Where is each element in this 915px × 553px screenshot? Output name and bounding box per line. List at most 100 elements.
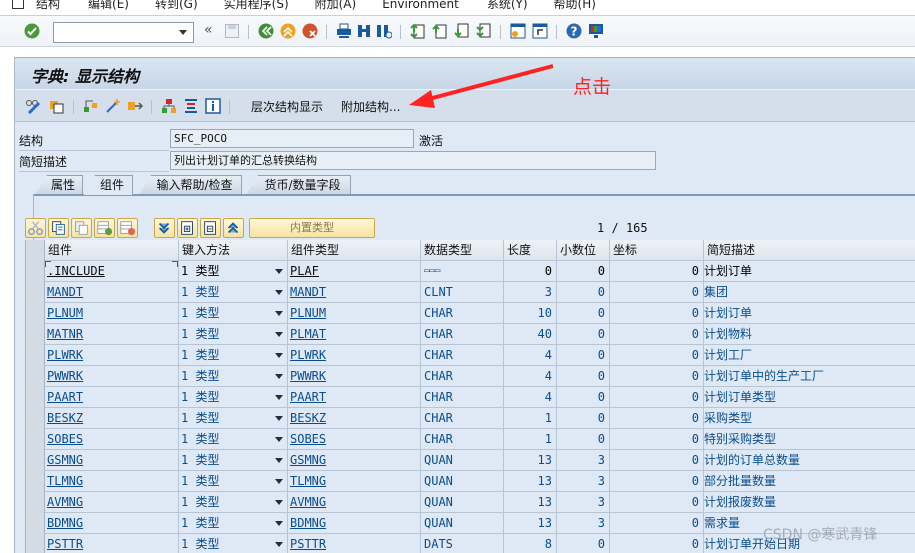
row-selector[interactable] [25, 471, 45, 492]
short-desc-cell[interactable]: 特别采购类型 [704, 429, 915, 450]
length-cell[interactable]: 40 [504, 324, 557, 345]
length-cell[interactable]: 10 [504, 303, 557, 324]
component-name-cell[interactable]: SOBES [45, 429, 179, 450]
component-link[interactable]: PAART [47, 390, 83, 404]
component-type-link[interactable]: TLMNG [290, 474, 326, 488]
print-icon[interactable] [336, 23, 352, 39]
typing-method-dropdown[interactable]: 1 类型 [179, 513, 288, 534]
component-type-link[interactable]: MANDT [290, 285, 326, 299]
menu-environment[interactable]: Environment [382, 0, 459, 11]
component-type-link[interactable]: PLMAT [290, 327, 326, 341]
component-name-cell[interactable]: BESKZ [45, 408, 179, 429]
short-desc-cell[interactable]: 计划订单中的生产工厂 [704, 366, 915, 387]
component-type-cell[interactable]: TLMNG [288, 471, 421, 492]
coord-cell[interactable]: 0 [610, 282, 704, 303]
decimals-cell[interactable]: 0 [557, 429, 610, 450]
other-object-icon[interactable] [49, 98, 65, 114]
row-selector[interactable] [25, 345, 45, 366]
component-name-cell[interactable]: TLMNG [45, 471, 179, 492]
decimals-cell[interactable]: 3 [557, 492, 610, 513]
typing-method-dropdown[interactable]: 1 类型 [179, 387, 288, 408]
col-header-component-type[interactable]: 组件类型 [288, 240, 421, 261]
row-selector[interactable] [25, 366, 45, 387]
component-type-cell[interactable]: PLWRK [288, 345, 421, 366]
short-desc-cell[interactable]: 计划的订单总数量 [704, 450, 915, 471]
length-cell[interactable]: 1 [504, 408, 557, 429]
tab-attributes[interactable]: 属性 [35, 175, 83, 195]
row-selector[interactable] [25, 261, 45, 282]
component-link[interactable]: BDMNG [47, 516, 83, 530]
structure-field[interactable]: SFC_POCO [170, 129, 414, 148]
insert-row-icon[interactable] [94, 218, 115, 238]
decimals-cell[interactable]: 0 [557, 387, 610, 408]
component-type-cell[interactable]: AVMNG [288, 492, 421, 513]
coord-cell[interactable]: 0 [610, 492, 704, 513]
typing-method-dropdown[interactable]: 1 类型 [179, 366, 288, 387]
component-name-cell[interactable]: PAART [45, 387, 179, 408]
chevron-down-icon[interactable] [275, 500, 283, 505]
coord-cell[interactable]: 0 [610, 345, 704, 366]
shortcut-icon[interactable] [532, 23, 548, 39]
short-desc-cell[interactable]: 计划工厂 [704, 345, 915, 366]
component-type-cell[interactable]: GSMNG [288, 450, 421, 471]
menu-system[interactable]: 系统(Y) [487, 0, 528, 12]
find-icon[interactable] [356, 23, 372, 39]
tab-components[interactable]: 组件 [83, 175, 133, 195]
copy-icon[interactable] [48, 218, 69, 238]
component-name-cell[interactable]: GSMNG [45, 450, 179, 471]
chevron-down-icon[interactable] [275, 458, 283, 463]
find-next-icon[interactable] [376, 23, 392, 39]
length-cell[interactable]: 4 [504, 345, 557, 366]
decimals-cell[interactable]: 0 [557, 261, 610, 282]
component-name-cell[interactable]: PSTTR [45, 534, 179, 553]
data-type-cell[interactable]: CHAR [421, 324, 504, 345]
coord-cell[interactable]: 0 [610, 261, 704, 282]
component-type-link[interactable]: PLWRK [290, 348, 326, 362]
chevron-down-icon[interactable] [275, 521, 283, 526]
component-name-cell[interactable]: PWWRK [45, 366, 179, 387]
data-type-cell[interactable]: CHAR [421, 387, 504, 408]
component-type-link[interactable]: GSMNG [290, 453, 326, 467]
coord-cell[interactable]: 0 [610, 324, 704, 345]
component-type-link[interactable]: PSTTR [290, 537, 326, 551]
short-desc-cell[interactable]: 部分批量数量 [704, 471, 915, 492]
length-cell[interactable]: 3 [504, 282, 557, 303]
length-cell[interactable]: 1 [504, 429, 557, 450]
cancel-icon[interactable] [302, 23, 318, 39]
chevron-down-icon[interactable] [275, 416, 283, 421]
length-cell[interactable]: 0 [504, 261, 557, 282]
menu-icon[interactable] [12, 0, 24, 9]
append-structure-button[interactable]: 附加结构... [341, 98, 400, 115]
typing-method-dropdown[interactable]: 1 类型 [179, 261, 288, 282]
help-icon[interactable]: ? [566, 23, 582, 39]
component-link[interactable]: AVMNG [47, 495, 83, 509]
component-link[interactable]: TLMNG [47, 474, 83, 488]
decimals-cell[interactable]: 0 [557, 534, 610, 553]
component-type-cell[interactable]: PLNUM [288, 303, 421, 324]
component-type-link[interactable]: PAART [290, 390, 326, 404]
typing-method-dropdown[interactable]: 1 类型 [179, 429, 288, 450]
decimals-cell[interactable]: 3 [557, 513, 610, 534]
menu-extras[interactable]: 附加(A) [315, 0, 357, 12]
component-type-link[interactable]: PLAF [290, 264, 319, 278]
command-field[interactable] [53, 22, 194, 43]
component-type-link[interactable]: BDMNG [290, 516, 326, 530]
short-desc-field[interactable]: 列出计划订单的汇总转换结构 [170, 151, 656, 170]
coord-cell[interactable]: 0 [610, 534, 704, 553]
component-type-cell[interactable]: PLAF [288, 261, 421, 282]
next-page-icon[interactable] [454, 23, 470, 39]
display-change-icon[interactable] [25, 98, 41, 114]
builtin-type-button[interactable]: 内置类型 [249, 218, 375, 238]
menu-help[interactable]: 帮助(H) [554, 0, 596, 12]
typing-method-dropdown[interactable]: 1 类型 [179, 324, 288, 345]
data-type-cell[interactable]: QUAN [421, 492, 504, 513]
hierarchy-display-button[interactable]: 层次结构显示 [251, 98, 323, 115]
menu-edit[interactable]: 编辑(E) [88, 0, 129, 12]
chevron-down-icon[interactable] [275, 395, 283, 400]
exit-icon[interactable] [280, 23, 296, 39]
menu-goto[interactable]: 转到(G) [155, 0, 198, 12]
typing-method-dropdown[interactable]: 1 类型 [179, 282, 288, 303]
short-desc-cell[interactable]: 计划订单 [704, 261, 915, 282]
length-cell[interactable]: 4 [504, 387, 557, 408]
length-cell[interactable]: 8 [504, 534, 557, 553]
